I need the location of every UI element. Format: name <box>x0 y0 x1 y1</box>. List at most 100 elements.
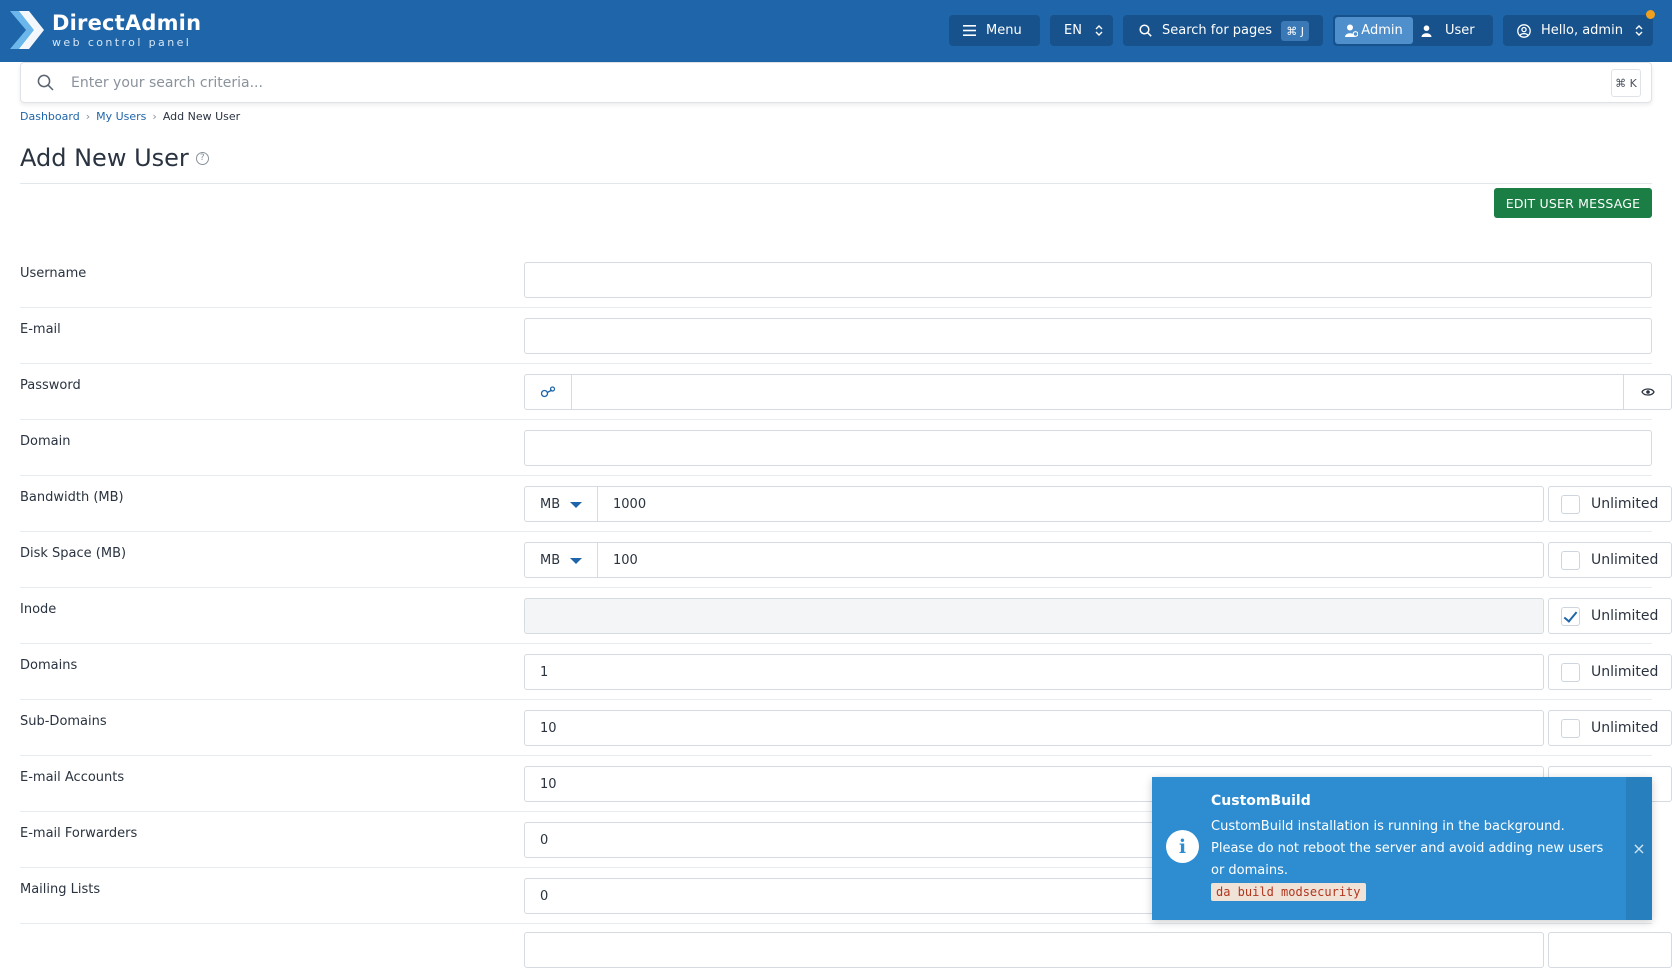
toast-command: da build modsecurity <box>1211 883 1366 901</box>
caret-down-icon <box>570 558 582 564</box>
domains-input[interactable] <box>525 655 1543 689</box>
language-selector[interactable]: EN <box>1050 15 1113 46</box>
unlimited-label: Unlimited <box>1591 664 1659 680</box>
bandwidth-unit-select[interactable]: MB <box>524 486 598 522</box>
bandwidth-label: Bandwidth (MB) <box>20 490 124 505</box>
toast-message: CustomBuild installation is running in t… <box>1211 819 1604 878</box>
show-password-button[interactable] <box>1623 374 1672 410</box>
edit-user-message-button[interactable]: EDIT USER MESSAGE <box>1494 188 1652 218</box>
disk-space-unlimited-toggle[interactable]: Unlimited <box>1548 542 1672 578</box>
inode-input[interactable] <box>525 599 1543 633</box>
divider <box>20 183 1652 184</box>
next-input-field[interactable] <box>524 932 1544 968</box>
form-row-email: E-mail <box>20 308 1652 364</box>
close-icon[interactable]: × <box>1626 777 1652 920</box>
user-icon <box>1421 24 1432 37</box>
password-input[interactable] <box>572 375 1623 409</box>
brand-subtitle: web control panel <box>52 35 192 49</box>
next-unlimited-toggle[interactable] <box>1548 932 1672 968</box>
toast-title: CustomBuild <box>1211 793 1311 809</box>
bandwidth-unlimited-checkbox[interactable] <box>1561 494 1580 514</box>
mode-user-button[interactable]: User <box>1421 17 1489 44</box>
domain-input[interactable] <box>525 431 1651 465</box>
email-label: E-mail <box>20 322 61 337</box>
sub-domains-unlimited-checkbox[interactable] <box>1561 718 1580 738</box>
form-row-password: Password <box>20 364 1672 420</box>
username-label: Username <box>20 266 87 281</box>
password-label: Password <box>20 378 81 393</box>
disk-space-unit-value: MB <box>540 552 561 568</box>
email-forwarders-label: E-mail Forwarders <box>20 826 138 841</box>
language-label: EN <box>1064 23 1082 38</box>
breadcrumb-current: Add New User <box>162 110 241 123</box>
domains-label: Domains <box>20 658 78 673</box>
notification-dot <box>1646 10 1655 19</box>
generate-password-button[interactable] <box>524 374 572 410</box>
disk-space-input[interactable] <box>598 543 1543 577</box>
key-generate-icon <box>540 386 556 398</box>
form-row-sub-domains: Sub-Domains Unlimited <box>20 700 1672 756</box>
custombuild-toast: i CustomBuild CustomBuild installation i… <box>1152 777 1652 920</box>
form-row-disk-space: Disk Space (MB) MB Unlimited <box>20 532 1672 588</box>
greeting-label: Hello, admin <box>1541 23 1623 38</box>
updown-chevron-icon <box>1635 25 1643 36</box>
disk-space-label: Disk Space (MB) <box>20 546 127 561</box>
sub-domains-input[interactable] <box>525 711 1543 745</box>
mailing-lists-label: Mailing Lists <box>20 882 101 897</box>
form-row-bandwidth: Bandwidth (MB) MB Unlimited <box>20 476 1672 532</box>
bandwidth-unit-value: MB <box>540 496 561 512</box>
page-title: Add New User <box>20 144 189 172</box>
eye-icon <box>1640 388 1655 396</box>
updown-chevron-icon <box>1095 25 1103 36</box>
logo[interactable]: DirectAdmin web control panel <box>10 10 201 50</box>
bandwidth-unlimited-toggle[interactable]: Unlimited <box>1548 486 1672 522</box>
bandwidth-input[interactable] <box>598 487 1543 521</box>
form-row-username: Username <box>20 252 1652 308</box>
search-pages-shortcut: ⌘ J <box>1281 21 1309 41</box>
sub-domains-label: Sub-Domains <box>20 714 107 729</box>
brand-title: DirectAdmin <box>52 10 202 35</box>
form-row-inode: Inode Unlimited <box>20 588 1672 644</box>
search-icon <box>37 74 54 91</box>
domains-unlimited-toggle[interactable]: Unlimited <box>1548 654 1672 690</box>
domain-label: Domain <box>20 434 71 449</box>
mode-user-label: User <box>1445 23 1475 38</box>
unlimited-label: Unlimited <box>1591 720 1659 736</box>
page-title-wrap: Add New User ? <box>20 144 209 172</box>
breadcrumb-my-users[interactable]: My Users <box>96 110 146 123</box>
top-bar: DirectAdmin web control panel Menu EN Se… <box>0 0 1672 62</box>
search-shortcut: ⌘ K <box>1611 69 1641 97</box>
search-pages-button[interactable]: Search for pages ⌘ J <box>1123 15 1323 46</box>
help-icon[interactable]: ? <box>195 151 209 165</box>
unlimited-label: Unlimited <box>1591 552 1659 568</box>
breadcrumb: Dashboard › My Users › Add New User <box>20 110 240 123</box>
unlimited-label: Unlimited <box>1591 608 1659 624</box>
mode-switch: Admin User <box>1333 15 1493 46</box>
form-row-domain: Domain <box>20 420 1652 476</box>
search-pages-label: Search for pages <box>1162 23 1273 38</box>
chevron-right-icon: › <box>85 110 91 123</box>
account-circle-icon <box>1517 23 1531 38</box>
hamburger-icon <box>963 25 976 36</box>
unlimited-label: Unlimited <box>1591 496 1659 512</box>
menu-label: Menu <box>986 23 1022 38</box>
inode-unlimited-checkbox[interactable] <box>1561 606 1580 626</box>
global-search: ⌘ K <box>20 62 1652 103</box>
disk-space-unlimited-checkbox[interactable] <box>1561 550 1580 570</box>
domains-unlimited-checkbox[interactable] <box>1561 662 1580 682</box>
search-input[interactable] <box>71 69 1521 97</box>
inode-unlimited-toggle[interactable]: Unlimited <box>1548 598 1672 634</box>
disk-space-unit-select[interactable]: MB <box>524 542 598 578</box>
search-icon <box>1139 24 1152 37</box>
breadcrumb-dashboard[interactable]: Dashboard <box>20 110 80 123</box>
username-input[interactable] <box>525 263 1651 297</box>
menu-button[interactable]: Menu <box>949 15 1040 46</box>
account-menu[interactable]: Hello, admin <box>1503 15 1653 46</box>
email-input[interactable] <box>525 319 1651 353</box>
sub-domains-unlimited-toggle[interactable]: Unlimited <box>1548 710 1672 746</box>
inode-label: Inode <box>20 602 57 617</box>
info-icon: i <box>1166 830 1199 863</box>
form-row-domains: Domains Unlimited <box>20 644 1672 700</box>
mode-admin-label: Admin <box>1361 23 1403 38</box>
mode-admin-button[interactable]: Admin <box>1335 17 1413 44</box>
